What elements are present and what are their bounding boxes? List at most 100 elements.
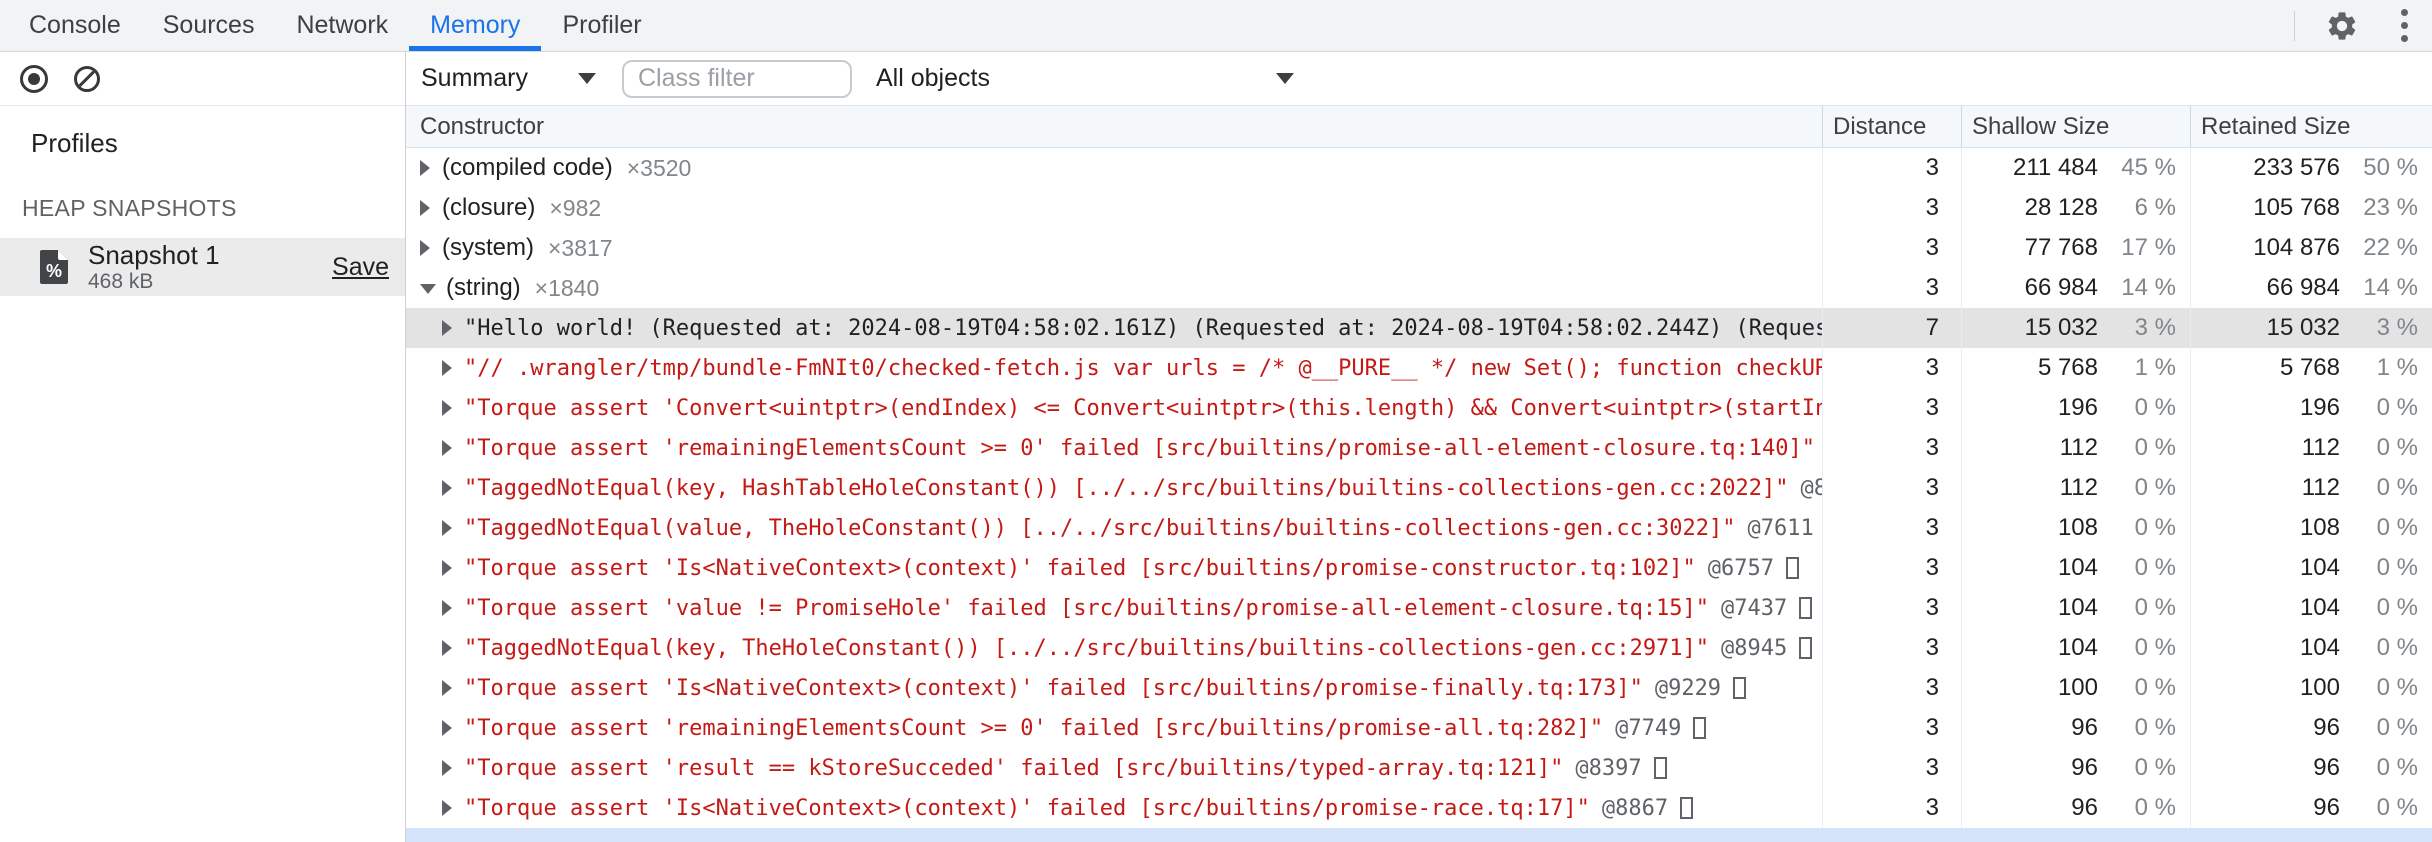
expand-arrow-icon[interactable] — [442, 480, 452, 496]
table-row[interactable]: "Torque assert 'Is<NativeContext>(contex… — [406, 548, 2432, 588]
heap-snapshot-view: Summary All objects Constructor Distance… — [406, 52, 2432, 842]
shallow-size-cell: 112 0 % — [1961, 428, 2190, 468]
expand-arrow-icon[interactable] — [420, 160, 430, 176]
retained-size-value: 66 984 — [2266, 274, 2340, 301]
constructor-cell: "Torque assert 'Convert<uintptr>(endInde… — [406, 388, 1822, 428]
object-id: @6757 — [1707, 555, 1775, 581]
settings-button[interactable] — [2323, 7, 2361, 45]
nonprintable-char-icon — [1799, 597, 1813, 619]
table-row[interactable]: (system) ×3817 3 77 768 17 % 104 876 22 % — [406, 228, 2432, 268]
grid-header: Constructor Distance Shallow Size Retain… — [406, 106, 2432, 148]
constructor-cell: "Torque assert 'remainingElementsCount >… — [406, 708, 1822, 748]
more-options-button[interactable] — [2395, 5, 2414, 46]
devtools-tabbar: Console Sources Network Memory Profiler — [0, 0, 2432, 52]
retained-size-value: 196 — [2299, 394, 2340, 421]
table-row[interactable]: "// .wrangler/tmp/bundle-FmNIt0/checked-… — [406, 348, 2432, 388]
table-row[interactable]: "Torque assert 'value != PromiseHole' fa… — [406, 588, 2432, 628]
shallow-size-percent: 0 % — [2134, 434, 2176, 461]
column-header-constructor[interactable]: Constructor — [406, 106, 1822, 147]
kebab-dot-icon — [2401, 9, 2408, 16]
retained-size-cell: 96 0 % — [2190, 748, 2432, 788]
expand-arrow-icon[interactable] — [442, 320, 452, 336]
table-row[interactable]: (closure) ×982 3 28 128 6 % 105 768 23 % — [406, 188, 2432, 228]
objects-filter-select[interactable]: All objects — [876, 64, 1294, 93]
shallow-size-percent: 45 % — [2121, 154, 2176, 181]
shallow-size-cell: 96 0 % — [1961, 748, 2190, 788]
tab-network[interactable]: Network — [275, 0, 409, 51]
table-row[interactable]: "Torque assert 'Is<NativeContext>(contex… — [406, 668, 2432, 708]
column-header-shallow-size[interactable]: Shallow Size — [1961, 106, 2190, 147]
shallow-size-cell: 112 0 % — [1961, 468, 2190, 508]
expand-arrow-icon[interactable] — [420, 200, 430, 216]
constructor-name: (system) — [442, 234, 534, 261]
tab-memory[interactable]: Memory — [409, 0, 542, 51]
save-snapshot-link[interactable]: Save — [332, 253, 389, 282]
retained-size-percent: 0 % — [2376, 634, 2418, 661]
retained-size-percent: 0 % — [2376, 554, 2418, 581]
distance-cell: 3 — [1822, 228, 1961, 268]
distance-cell: 3 — [1822, 268, 1961, 308]
table-row[interactable]: (string) ×1840 3 66 984 14 % 66 984 14 % — [406, 268, 2432, 308]
distance-cell: 3 — [1822, 548, 1961, 588]
retained-size-cell: 96 0 % — [2190, 708, 2432, 748]
grid-bottom-strip — [406, 828, 2432, 842]
expand-arrow-icon[interactable] — [442, 400, 452, 416]
retained-size-cell: 104 0 % — [2190, 548, 2432, 588]
collapse-arrow-icon[interactable] — [420, 284, 436, 294]
shallow-size-cell: 66 984 14 % — [1961, 268, 2190, 308]
table-row[interactable]: "Torque assert 'Is<NativeContext>(contex… — [406, 788, 2432, 828]
constructor-cell: (compiled code) ×3520 — [406, 148, 1822, 188]
expand-arrow-icon[interactable] — [442, 680, 452, 696]
retained-size-percent: 14 % — [2363, 274, 2418, 301]
retained-size-percent: 0 % — [2376, 714, 2418, 741]
expand-arrow-icon[interactable] — [442, 440, 452, 456]
table-row[interactable]: "TaggedNotEqual(key, TheHoleConstant()) … — [406, 628, 2432, 668]
shallow-size-value: 66 984 — [2024, 274, 2098, 301]
tab-profiler[interactable]: Profiler — [541, 0, 662, 51]
retained-size-value: 100 — [2299, 674, 2340, 701]
table-row[interactable]: "TaggedNotEqual(value, TheHoleConstant()… — [406, 508, 2432, 548]
shallow-size-percent: 0 % — [2134, 554, 2176, 581]
shallow-size-cell: 5 768 1 % — [1961, 348, 2190, 388]
perspective-select[interactable]: Summary — [421, 64, 596, 93]
retained-size-cell: 96 0 % — [2190, 788, 2432, 828]
expand-arrow-icon[interactable] — [442, 640, 452, 656]
shallow-size-cell: 104 0 % — [1961, 628, 2190, 668]
expand-arrow-icon[interactable] — [442, 760, 452, 776]
shallow-size-value: 104 — [2057, 634, 2098, 661]
distance-cell: 3 — [1822, 668, 1961, 708]
nonprintable-char-icon — [1733, 677, 1747, 699]
tab-console[interactable]: Console — [8, 0, 142, 51]
kebab-dot-icon — [2401, 22, 2408, 29]
expand-arrow-icon[interactable] — [442, 520, 452, 536]
expand-arrow-icon[interactable] — [442, 600, 452, 616]
shallow-size-value: 77 768 — [2024, 234, 2098, 261]
tab-sources[interactable]: Sources — [142, 0, 276, 51]
expand-arrow-icon[interactable] — [442, 560, 452, 576]
retained-size-value: 112 — [2301, 434, 2340, 461]
table-row[interactable]: "TaggedNotEqual(key, HashTableHoleConsta… — [406, 468, 2432, 508]
expand-arrow-icon[interactable] — [442, 800, 452, 816]
shallow-size-cell: 108 0 % — [1961, 508, 2190, 548]
expand-arrow-icon[interactable] — [420, 240, 430, 256]
clear-profiles-button[interactable] — [74, 65, 100, 92]
table-row[interactable]: "Torque assert 'Convert<uintptr>(endInde… — [406, 388, 2432, 428]
column-header-retained-size[interactable]: Retained Size — [2190, 106, 2432, 147]
nonprintable-char-icon — [1653, 757, 1667, 779]
instance-count: ×3520 — [626, 154, 692, 181]
column-header-distance[interactable]: Distance — [1822, 106, 1961, 147]
table-row[interactable]: "Torque assert 'result == kStoreSucceded… — [406, 748, 2432, 788]
take-snapshot-button[interactable] — [20, 64, 48, 93]
table-row[interactable]: "Torque assert 'remainingElementsCount >… — [406, 708, 2432, 748]
class-filter-input[interactable] — [622, 59, 852, 98]
snapshot-item[interactable]: % Snapshot 1 468 kB Save — [0, 238, 405, 296]
retained-size-percent: 22 % — [2363, 234, 2418, 261]
tabbar-right — [2294, 0, 2432, 51]
retained-size-value: 105 768 — [2253, 194, 2340, 221]
expand-arrow-icon[interactable] — [442, 360, 452, 376]
table-row[interactable]: (compiled code) ×3520 3 211 484 45 % 233 576 5… — [406, 148, 2432, 188]
shallow-size-value: 28 128 — [2024, 194, 2098, 221]
table-row[interactable]: "Torque assert 'remainingElementsCount >… — [406, 428, 2432, 468]
table-row[interactable]: "Hello world! (Requested at: 2024-08-19T… — [406, 308, 2432, 348]
expand-arrow-icon[interactable] — [442, 720, 452, 736]
